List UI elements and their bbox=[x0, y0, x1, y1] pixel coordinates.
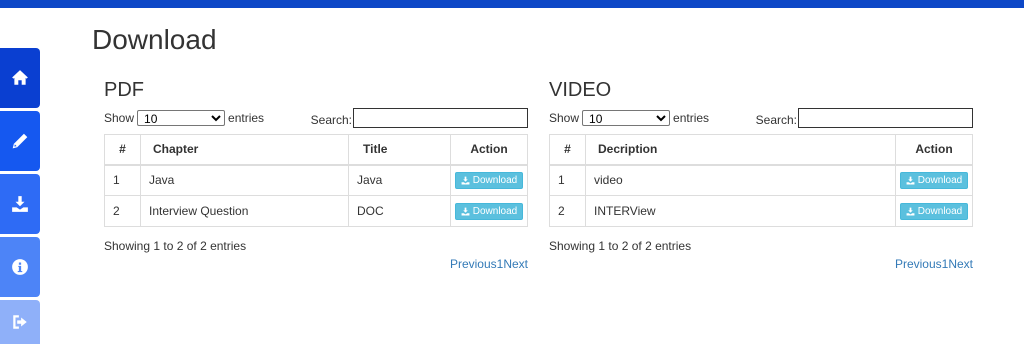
download-icon bbox=[461, 207, 470, 215]
column-header-title[interactable]: Title bbox=[348, 134, 451, 166]
video-search-control: Search: bbox=[756, 108, 973, 128]
download-button-label: Download bbox=[472, 174, 518, 186]
page-title: Download bbox=[92, 24, 217, 55]
video-table-header: # Decription Action bbox=[549, 134, 973, 166]
sidebar-item-logout[interactable] bbox=[0, 300, 40, 344]
download-icon bbox=[906, 176, 915, 185]
row-action-cell: Download bbox=[450, 164, 528, 196]
download-button-label: Download bbox=[472, 205, 518, 217]
pdf-show-label: Show bbox=[104, 111, 135, 125]
previous-page-link[interactable]: Previous bbox=[895, 257, 942, 271]
pdf-pagination: Previous1Next bbox=[104, 257, 528, 271]
pdf-search-label: Search: bbox=[310, 113, 352, 127]
column-header-action[interactable]: Action bbox=[895, 134, 973, 166]
video-length-select[interactable]: 10 bbox=[582, 110, 671, 126]
row-chapter: Interview Question bbox=[140, 195, 349, 227]
top-bar bbox=[0, 0, 1024, 8]
row-title: DOC bbox=[348, 195, 451, 227]
row-number: 1 bbox=[549, 164, 586, 196]
video-length-control: Show 10 entries bbox=[549, 110, 709, 126]
video-table: # Decription Action 1 video Download 2 I… bbox=[549, 134, 973, 227]
row-description: INTERView bbox=[585, 195, 896, 227]
row-chapter: Java bbox=[140, 164, 349, 196]
download-button[interactable]: Download bbox=[899, 202, 969, 220]
video-search-input[interactable] bbox=[798, 108, 973, 128]
pdf-length-control: Show 10 entries bbox=[104, 110, 264, 126]
row-number: 1 bbox=[104, 164, 141, 196]
pdf-table: # Chapter Title Action 1 Java Java Downl… bbox=[104, 134, 528, 227]
table-row: 1 Java Java Download bbox=[104, 164, 528, 196]
video-pagination: Previous1Next bbox=[549, 257, 973, 271]
pencil-icon bbox=[12, 133, 28, 149]
column-header-number[interactable]: # bbox=[104, 134, 141, 166]
previous-page-link[interactable]: Previous bbox=[450, 257, 497, 271]
table-row: 2 INTERView Download bbox=[549, 195, 973, 227]
row-number: 2 bbox=[104, 195, 141, 227]
sidebar-item-home[interactable] bbox=[0, 48, 40, 108]
pdf-table-controls: Show 10 entries Search: bbox=[104, 108, 528, 130]
video-entries-label: entries bbox=[673, 111, 710, 125]
pdf-heading: PDF bbox=[104, 79, 144, 101]
column-header-action[interactable]: Action bbox=[450, 134, 528, 166]
download-button[interactable]: Download bbox=[454, 171, 524, 189]
download-button[interactable]: Download bbox=[899, 171, 969, 189]
info-icon bbox=[12, 259, 28, 275]
pdf-search-input[interactable] bbox=[353, 108, 528, 128]
pdf-table-info: Showing 1 to 2 of 2 entries bbox=[104, 239, 247, 253]
table-row: 2 Interview Question DOC Download bbox=[104, 195, 528, 227]
video-heading: VIDEO bbox=[549, 79, 612, 101]
video-table-controls: Show 10 entries Search: bbox=[549, 108, 973, 130]
row-action-cell: Download bbox=[450, 195, 528, 227]
row-action-cell: Download bbox=[895, 195, 973, 227]
download-icon bbox=[12, 196, 28, 212]
download-button[interactable]: Download bbox=[454, 202, 524, 220]
video-search-label: Search: bbox=[755, 113, 797, 127]
row-title: Java bbox=[348, 164, 451, 196]
column-header-number[interactable]: # bbox=[549, 134, 586, 166]
download-button-label: Download bbox=[917, 205, 963, 217]
home-icon bbox=[12, 70, 28, 85]
download-icon bbox=[461, 176, 470, 185]
pdf-table-header: # Chapter Title Action bbox=[104, 134, 528, 166]
sign-out-icon bbox=[13, 315, 27, 329]
next-page-link[interactable]: Next bbox=[503, 257, 528, 271]
table-row: 1 video Download bbox=[549, 164, 973, 196]
pdf-panel: PDF Show 10 entries Search: # Chapter Ti… bbox=[104, 78, 528, 271]
sidebar-item-info[interactable] bbox=[0, 237, 40, 297]
download-icon bbox=[906, 207, 915, 215]
video-panel: VIDEO Show 10 entries Search: # Decripti… bbox=[549, 78, 973, 271]
next-page-link[interactable]: Next bbox=[948, 257, 973, 271]
pdf-length-select[interactable]: 10 bbox=[137, 110, 226, 126]
sidebar-item-edit[interactable] bbox=[0, 111, 40, 171]
row-number: 2 bbox=[549, 195, 586, 227]
column-header-description[interactable]: Decription bbox=[585, 134, 896, 166]
video-show-label: Show bbox=[549, 111, 580, 125]
download-button-label: Download bbox=[917, 174, 963, 186]
pdf-entries-label: entries bbox=[228, 111, 265, 125]
column-header-chapter[interactable]: Chapter bbox=[140, 134, 349, 166]
sidebar-item-download[interactable] bbox=[0, 174, 40, 234]
row-action-cell: Download bbox=[895, 164, 973, 196]
pdf-search-control: Search: bbox=[311, 108, 528, 128]
row-description: video bbox=[585, 164, 896, 196]
video-table-info: Showing 1 to 2 of 2 entries bbox=[549, 239, 692, 253]
